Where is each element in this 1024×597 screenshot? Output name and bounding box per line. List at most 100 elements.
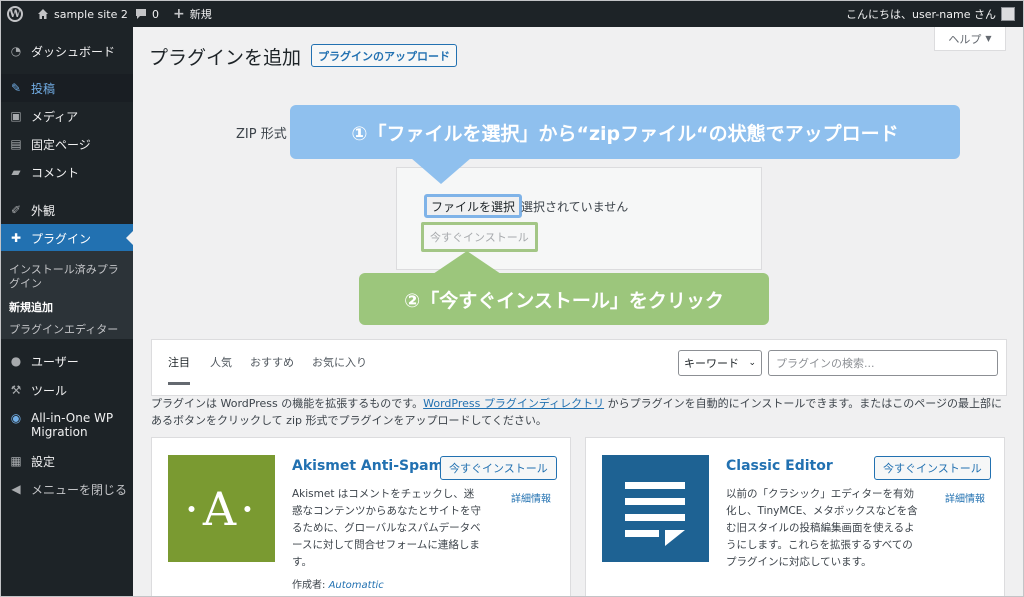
greeting-text: こんにちは、user-name さん — [846, 8, 996, 21]
classic-editor-logo[interactable] — [602, 455, 709, 562]
sidebar-item-label: 固定ページ — [31, 137, 91, 152]
no-file-text: 選択されていません — [521, 200, 629, 214]
plugin-filter-bar: 注目 人気 おすすめ お気に入り キーワード ⌄ プラグインの検索... — [151, 339, 1007, 396]
sidebar-item-appearance[interactable]: ✐ 外観 — [1, 196, 133, 224]
new-content-link[interactable]: + 新規 — [173, 1, 212, 27]
site-name: sample site 2 — [54, 7, 128, 21]
tab-favorites[interactable]: お気に入り — [312, 354, 367, 382]
sidebar-item-label: プラグイン — [31, 231, 92, 246]
search-type-value: キーワード — [684, 357, 739, 370]
site-name-link[interactable]: sample site 2 — [37, 1, 128, 27]
sidebar-item-tools[interactable]: ⚒ ツール — [1, 376, 133, 404]
sidebar-item-label: 投稿 — [31, 81, 56, 96]
sidebar-item-settings[interactable]: ▦ 設定 — [1, 447, 133, 475]
help-label: ヘルプ — [948, 32, 982, 46]
plugin-name-link[interactable]: Classic Editor — [726, 458, 833, 474]
sidebar-item-label: ダッシュボード — [31, 44, 116, 59]
install-now-button[interactable]: 今すぐインストール — [440, 456, 557, 480]
sidebar-item-plugins[interactable]: ✚ プラグイン — [1, 224, 133, 252]
sidebar-item-label: All-in-One WP Migration — [31, 411, 114, 439]
search-type-select[interactable]: キーワード ⌄ — [678, 350, 762, 376]
sidebar-item-media[interactable]: ▣ メディア — [1, 102, 133, 130]
dashboard-icon: ◔ — [10, 44, 22, 58]
comments-count: 0 — [152, 7, 159, 21]
comments-link[interactable]: 0 — [135, 1, 159, 27]
document-lines-icon — [624, 481, 685, 546]
akismet-logo[interactable]: ·A· — [168, 455, 275, 562]
wrench-icon: ⚒ — [10, 383, 22, 397]
install-now-button[interactable]: 今すぐインストール — [874, 456, 991, 480]
sidebar-item-label: ツール — [31, 383, 68, 398]
user-icon: ● — [10, 354, 22, 368]
sidebar-item-posts[interactable]: ✎ 投稿 — [1, 74, 133, 102]
author-label: 作成者: — [292, 580, 329, 591]
plugins-submenu: インストール済みプラグイン 新規追加 プラグインエディター — [1, 251, 133, 339]
upload-plugin-button[interactable]: プラグインのアップロード — [311, 44, 457, 67]
brush-icon: ✐ — [10, 203, 22, 217]
help-tab-button[interactable]: ヘルプ ▼ — [934, 27, 1006, 51]
caret-down-icon: ▼ — [985, 34, 992, 43]
akismet-logo-glyph: ·A· — [184, 481, 259, 536]
plugin-description: Akismet はコメントをチェックし、迷惑なコンテンツからあなたとサイトを守る… — [292, 488, 481, 568]
chevron-down-icon: ⌄ — [748, 358, 756, 368]
plugin-description-text: プラグインは WordPress の機能を拡張するものです。WordPress … — [151, 395, 1011, 429]
callout-step-2-pointer — [433, 251, 501, 274]
tab-popular[interactable]: 人気 — [210, 354, 232, 382]
page-title: プラグインを追加 — [149, 47, 302, 69]
sidebar-item-label: メニューを閉じる — [31, 482, 128, 497]
plugin-author: 作成者: Automattic — [292, 576, 384, 591]
sidebar-item-label: メディア — [31, 109, 79, 124]
sidebar-item-pages[interactable]: ▤ 固定ページ — [1, 130, 133, 158]
settings-icon: ▦ — [10, 454, 22, 468]
account-menu[interactable]: こんにちは、user-name さん — [846, 1, 1015, 27]
submenu-plugin-editor[interactable]: プラグインエディター — [9, 323, 118, 337]
new-label: 新規 — [189, 8, 212, 21]
sidebar-item-label: 設定 — [31, 454, 56, 469]
more-details-link[interactable]: 詳細情報 — [511, 490, 551, 505]
desc-before: プラグインは WordPress の機能を拡張するものです。 — [151, 397, 424, 410]
plugin-card-classic-editor: Classic Editor 今すぐインストール 詳細情報 以前の「クラシック」… — [585, 437, 1005, 596]
submenu-add-new[interactable]: 新規追加 — [9, 301, 53, 315]
submenu-installed-plugins[interactable]: インストール済みプラグイン — [9, 263, 125, 291]
callout-step-2: ②「今すぐインストール」をクリック — [359, 273, 769, 325]
admin-sidebar: ◔ ダッシュボード ✎ 投稿 ▣ メディア ▤ 固定ページ ▰ コメント ✐ 外… — [1, 27, 133, 596]
pin-icon: ✎ — [10, 81, 22, 95]
wordpress-logo-icon: W — [7, 6, 23, 22]
plug-icon: ✚ — [10, 231, 22, 245]
page-icon: ▤ — [10, 137, 22, 151]
tab-recommended[interactable]: おすすめ — [250, 354, 294, 382]
more-details-link[interactable]: 詳細情報 — [945, 490, 985, 505]
sidebar-collapse-button[interactable]: ◀ メニューを閉じる — [1, 475, 133, 503]
plugin-name-link[interactable]: Akismet Anti-Spam — [292, 458, 443, 474]
callout-step-1: ①「ファイルを選択」から“zipファイル“の状態でアップロード — [290, 105, 960, 159]
admin-bar: W sample site 2 0 + 新規 こんにちは、user-name さ… — [1, 1, 1023, 27]
wp-logo-button[interactable]: W — [7, 1, 23, 27]
home-icon — [38, 9, 48, 19]
media-icon: ▣ — [10, 109, 22, 123]
plugin-search-input[interactable]: プラグインの検索... — [768, 350, 998, 376]
plugin-card-akismet: ·A· Akismet Anti-Spam 今すぐインストール 詳細情報 Aki… — [151, 437, 571, 596]
sidebar-item-dashboard[interactable]: ◔ ダッシュボード — [1, 37, 133, 65]
browser-frame: W sample site 2 0 + 新規 こんにちは、user-name さ… — [0, 0, 1024, 597]
sidebar-item-label: ユーザー — [31, 354, 79, 369]
plugin-directory-link[interactable]: WordPress プラグインディレクトリ — [423, 397, 604, 410]
sidebar-item-label: コメント — [31, 165, 80, 180]
sidebar-item-label: 外観 — [31, 203, 56, 218]
active-indicator — [126, 231, 133, 245]
avatar — [1001, 7, 1015, 21]
plugin-description: 以前の「クラシック」エディターを有効化し、TinyMCE、メタボックスなどを含む… — [726, 488, 918, 568]
migration-icon: ◉ — [10, 411, 22, 425]
choose-file-button[interactable]: ファイルを選択 — [424, 194, 523, 218]
sidebar-item-migration[interactable]: ◉ All-in-One WP Migration — [1, 407, 133, 441]
collapse-icon: ◀ — [11, 482, 21, 496]
comment-bubble-icon — [136, 9, 146, 19]
author-link[interactable]: Automattic — [329, 580, 384, 591]
sidebar-item-users[interactable]: ● ユーザー — [1, 347, 133, 375]
comment-icon: ▰ — [11, 165, 21, 179]
install-now-button[interactable]: 今すぐインストール — [421, 222, 538, 252]
sidebar-item-comments[interactable]: ▰ コメント — [1, 158, 133, 186]
plus-icon: + — [173, 6, 185, 22]
callout-step-1-pointer — [411, 158, 471, 184]
zip-label: ZIP 形式 — [236, 127, 287, 142]
tab-featured[interactable]: 注目 — [168, 354, 190, 385]
